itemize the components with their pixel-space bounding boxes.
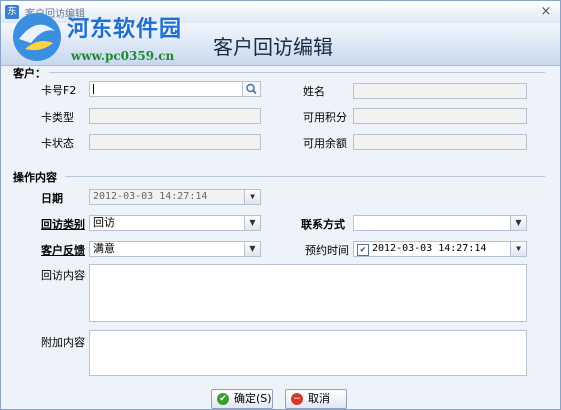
chevron-down-icon[interactable]: ▼ [244, 242, 260, 256]
date-label: 日期 [41, 192, 63, 205]
date-picker[interactable]: 2012-03-03 14:27:14 ▼ [89, 189, 261, 205]
extra-content-textarea[interactable] [89, 330, 527, 376]
appointment-checkbox[interactable]: ✔ [357, 244, 369, 256]
customer-section-label: 客户： [13, 67, 46, 80]
visit-type-select[interactable]: 回访 ▼ [89, 215, 261, 231]
card-no-input[interactable] [89, 81, 261, 97]
close-button[interactable]: × [538, 4, 554, 20]
points-label: 可用积分 [303, 111, 347, 124]
contact-label: 联系方式 [301, 218, 345, 231]
points-field [353, 108, 527, 124]
card-search-button[interactable] [242, 82, 260, 96]
balance-field [353, 134, 527, 150]
chevron-down-icon[interactable]: ▼ [244, 216, 260, 230]
visit-content-textarea[interactable] [89, 264, 527, 322]
dialog-window: 东 客户回访编辑 × 河东软件园 www.pc0359.cn 客户回访编辑 客户… [0, 0, 561, 410]
feedback-select[interactable]: 满意 ▼ [89, 241, 261, 257]
magnifier-icon [246, 83, 257, 95]
customer-divider [49, 72, 545, 73]
ok-button-label: 确定(S) [234, 392, 272, 405]
cancel-button[interactable]: − 取消(C) [285, 389, 347, 409]
name-label: 姓名 [303, 85, 325, 98]
chevron-down-icon[interactable]: ▼ [510, 216, 526, 230]
dialog-header: 河东软件园 www.pc0359.cn 客户回访编辑 [1, 13, 560, 66]
contact-select[interactable]: ▼ [353, 215, 527, 231]
card-type-field [89, 108, 261, 124]
minus-icon: − [291, 393, 303, 405]
logo-url: www.pc0359.cn [71, 49, 175, 63]
page-title: 客户回访编辑 [213, 35, 333, 59]
feedback-label: 客户反馈 [41, 244, 85, 257]
operation-divider [65, 176, 545, 177]
chevron-down-icon[interactable]: ▼ [244, 190, 260, 204]
name-field [353, 83, 527, 99]
appointment-picker[interactable]: ✔ 2012-03-03 14:27:14 ▼ [353, 241, 527, 257]
card-type-label: 卡类型 [41, 111, 74, 124]
text-caret [93, 84, 94, 94]
ok-button[interactable]: ✔ 确定(S) [211, 389, 273, 409]
card-status-field [89, 134, 261, 150]
chevron-down-icon[interactable]: ▼ [510, 242, 526, 256]
operation-section-label: 操作内容 [13, 171, 57, 184]
card-status-label: 卡状态 [41, 137, 74, 150]
check-icon: ✔ [217, 393, 229, 405]
appointment-label: 预约时间 [305, 244, 349, 257]
visit-type-label: 回访类别 [41, 218, 85, 231]
balance-label: 可用余额 [303, 137, 347, 150]
cancel-button-label: 取消(C) [308, 392, 330, 405]
logo-emblem-icon [13, 13, 61, 61]
card-no-label: 卡号F2 [41, 84, 77, 97]
extra-content-label: 附加内容 [41, 336, 85, 349]
visit-content-label: 回访内容 [41, 269, 85, 282]
logo-text: 河东软件园 [67, 17, 183, 42]
